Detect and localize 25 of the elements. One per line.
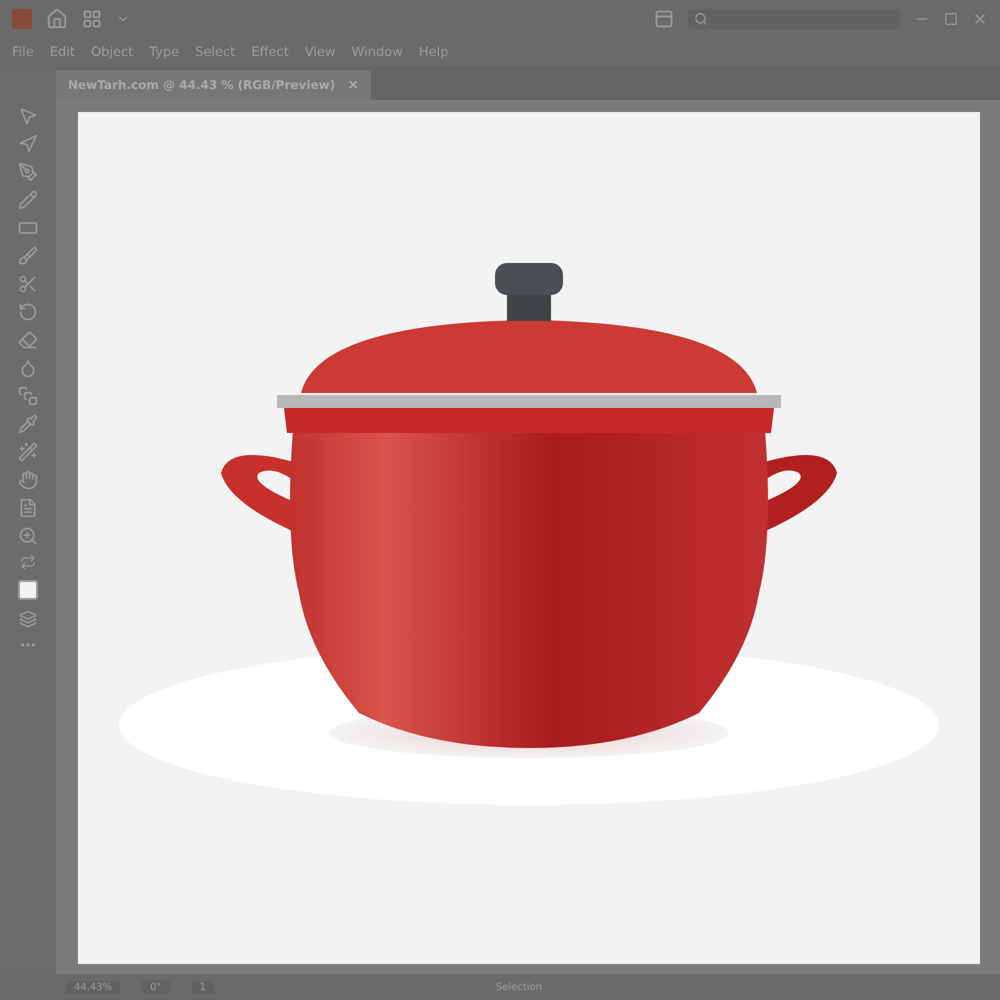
zoom-icon[interactable]: [18, 526, 38, 546]
search-icon: [694, 12, 708, 26]
scissors-icon[interactable]: [18, 274, 38, 294]
eyedropper-icon[interactable]: [18, 414, 38, 434]
close-tab-button[interactable]: ×: [347, 77, 359, 93]
brush-icon[interactable]: [18, 246, 38, 266]
pen-tool-icon[interactable]: [18, 162, 38, 182]
fill-swatch-icon[interactable]: [16, 578, 40, 602]
wand-icon[interactable]: [18, 442, 38, 462]
artboard-icon[interactable]: [18, 498, 38, 518]
artboard-field[interactable]: 1: [192, 980, 214, 994]
maximize-icon[interactable]: [944, 12, 958, 26]
panel-icon[interactable]: [654, 9, 674, 29]
selection-tool-icon[interactable]: [18, 106, 38, 126]
zoom-field[interactable]: 44.43%: [66, 980, 120, 994]
search-field[interactable]: [688, 9, 900, 29]
eraser-icon[interactable]: [18, 330, 38, 350]
workspace-icon[interactable]: [82, 9, 102, 29]
direct-selection-icon[interactable]: [18, 134, 38, 154]
hand-icon[interactable]: [18, 470, 38, 490]
rotate-icon[interactable]: [18, 302, 38, 322]
swap-colors-icon[interactable]: [20, 554, 36, 570]
pencil-icon[interactable]: [18, 190, 38, 210]
rotation-field[interactable]: 0°: [142, 980, 170, 994]
home-icon[interactable]: [46, 8, 68, 30]
